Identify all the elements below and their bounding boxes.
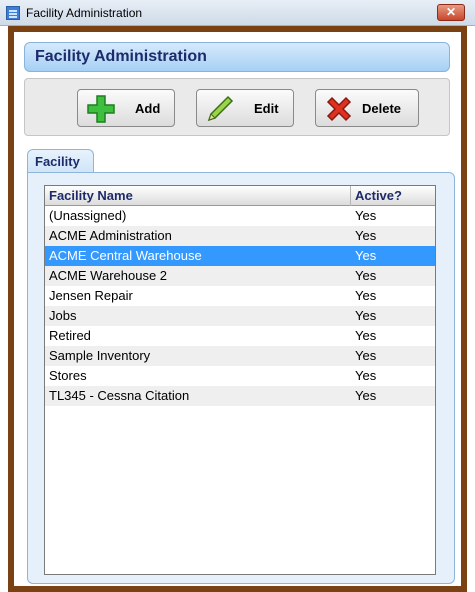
cell-active: Yes xyxy=(355,368,377,383)
title-bar: Facility Administration ✕ xyxy=(0,0,475,26)
close-button[interactable]: ✕ xyxy=(437,4,465,21)
tab-facility[interactable]: Facility xyxy=(27,149,94,173)
table-row[interactable]: ACME Administration Yes xyxy=(45,226,435,246)
delete-label: Delete xyxy=(362,101,402,116)
tab-panel: Facility Name Active? (Unassigned) Yes A… xyxy=(27,172,455,584)
cell-active: Yes xyxy=(355,208,377,223)
delete-button[interactable]: Delete xyxy=(315,89,419,127)
edit-label: Edit xyxy=(254,101,279,116)
cell-facility-name: ACME Central Warehouse xyxy=(49,248,202,263)
column-header-active[interactable]: Active? xyxy=(355,188,402,203)
cell-active: Yes xyxy=(355,308,377,323)
toolbar: Add Edit Delete xyxy=(24,78,450,136)
cell-facility-name: ACME Administration xyxy=(49,228,172,243)
cell-active: Yes xyxy=(355,328,377,343)
cell-active: Yes xyxy=(355,348,377,363)
cell-facility-name: Retired xyxy=(49,328,91,343)
table-row[interactable]: Sample Inventory Yes xyxy=(45,346,435,366)
table-row[interactable]: Stores Yes xyxy=(45,366,435,386)
cell-facility-name: Jensen Repair xyxy=(49,288,133,303)
table-row[interactable]: Jobs Yes xyxy=(45,306,435,326)
cell-facility-name: Sample Inventory xyxy=(49,348,151,363)
table-row[interactable]: Retired Yes xyxy=(45,326,435,346)
content-area: Facility Administration Add Edit Delete … xyxy=(14,32,461,586)
cell-facility-name: ACME Warehouse 2 xyxy=(49,268,168,283)
facility-grid[interactable]: Facility Name Active? (Unassigned) Yes A… xyxy=(44,185,436,575)
cell-facility-name: (Unassigned) xyxy=(49,208,127,223)
table-row-selected[interactable]: ACME Central Warehouse Yes xyxy=(45,246,435,266)
cell-facility-name: Stores xyxy=(49,368,87,383)
table-row[interactable]: Jensen Repair Yes xyxy=(45,286,435,306)
tab-label: Facility xyxy=(35,154,80,169)
table-row[interactable]: ACME Warehouse 2 Yes xyxy=(45,266,435,286)
grid-header: Facility Name Active? xyxy=(45,186,435,206)
cell-active: Yes xyxy=(355,228,377,243)
cell-active: Yes xyxy=(355,248,377,263)
window-title: Facility Administration xyxy=(26,6,143,20)
cell-facility-name: TL345 - Cessna Citation xyxy=(49,388,190,403)
table-row[interactable]: (Unassigned) Yes xyxy=(45,206,435,226)
cell-active: Yes xyxy=(355,288,377,303)
app-icon xyxy=(6,6,20,20)
cell-facility-name: Jobs xyxy=(49,308,77,323)
window-frame: Facility Administration Add Edit Delete … xyxy=(8,26,467,592)
column-header-facility-name[interactable]: Facility Name xyxy=(49,188,133,203)
edit-button[interactable]: Edit xyxy=(196,89,294,127)
page-title: Facility Administration xyxy=(35,48,207,65)
x-icon xyxy=(326,96,352,122)
plus-icon xyxy=(87,95,115,123)
pencil-icon xyxy=(207,95,234,122)
cell-active: Yes xyxy=(355,388,377,403)
column-divider xyxy=(350,186,351,206)
cell-active: Yes xyxy=(355,268,377,283)
table-row[interactable]: TL345 - Cessna Citation Yes xyxy=(45,386,435,406)
add-button[interactable]: Add xyxy=(77,89,175,127)
add-label: Add xyxy=(135,101,161,116)
header-band: Facility Administration xyxy=(24,42,450,72)
